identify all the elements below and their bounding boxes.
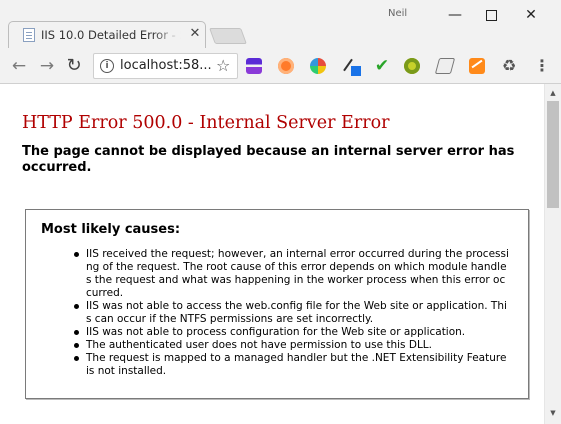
causes-heading: Most likely causes:	[41, 222, 181, 237]
menu-button[interactable]: ⋮	[534, 56, 550, 76]
list-item: IIS received the request; however, an in…	[74, 248, 509, 299]
checkmark-icon[interactable]: ✔	[374, 58, 390, 75]
extension-orange-icon[interactable]	[278, 58, 294, 74]
recycle-icon[interactable]: ♻	[501, 58, 517, 74]
vertical-scrollbar[interactable]: ▲ ▼	[544, 84, 561, 424]
causes-list: IIS received the request; however, an in…	[74, 248, 510, 378]
address-bar[interactable]: i localhost:58... ☆	[93, 53, 238, 79]
page-viewport: HTTP Error 500.0 - Internal Server Error…	[0, 84, 544, 424]
tab-iis-error[interactable]: IIS 10.0 Detailed Error - 500.0 - Intern…	[8, 21, 206, 48]
title-bar: IIS 10.0 Detailed Error - 500.0 - Intern…	[0, 0, 561, 48]
profile-name[interactable]: Neil	[388, 8, 407, 19]
causes-box: Most likely causes: IIS received the req…	[25, 209, 529, 399]
page-title: HTTP Error 500.0 - Internal Server Error	[22, 113, 390, 133]
info-icon[interactable]: i	[100, 59, 114, 73]
reload-button[interactable]: ↻	[63, 55, 85, 77]
eyedropper-icon[interactable]	[344, 58, 361, 76]
url-text[interactable]: localhost:58...	[120, 58, 212, 73]
new-tab-button[interactable]	[209, 28, 247, 44]
document-icon	[23, 28, 35, 42]
back-button[interactable]: ←	[8, 55, 30, 77]
list-item: IIS was not able to access the web.confi…	[74, 300, 510, 326]
scroll-down-button[interactable]: ▼	[545, 406, 561, 420]
tab-title: IIS 10.0 Detailed Error - 500.0 - Intern…	[41, 28, 181, 42]
bookmark-star-icon[interactable]: ☆	[216, 56, 230, 75]
extension-note-icon[interactable]	[434, 58, 456, 74]
maximize-button[interactable]	[474, 0, 508, 30]
maximize-icon	[485, 9, 497, 21]
page-subtitle: The page cannot be displayed because an …	[22, 144, 515, 175]
chart-icon[interactable]	[469, 58, 485, 74]
close-window-button[interactable]: ✕	[514, 0, 548, 30]
extension-purple-icon[interactable]	[246, 58, 262, 74]
forward-button[interactable]: →	[36, 55, 58, 77]
extension-lime-icon[interactable]	[404, 58, 420, 74]
list-item: IIS was not able to process configuratio…	[74, 326, 510, 339]
minimize-button[interactable]: —	[438, 0, 472, 30]
tab-close-button[interactable]: ✕	[187, 25, 203, 43]
browser-toolbar: ← → ↻ i localhost:58... ☆ ✔ ♻ ⋮	[0, 48, 561, 84]
extension-chrome-icon[interactable]	[310, 58, 326, 74]
list-item: The authenticated user does not have per…	[74, 339, 510, 352]
list-item: The request is mapped to a managed handl…	[74, 352, 510, 378]
scroll-up-button[interactable]: ▲	[545, 86, 561, 100]
scroll-thumb[interactable]	[547, 101, 559, 208]
